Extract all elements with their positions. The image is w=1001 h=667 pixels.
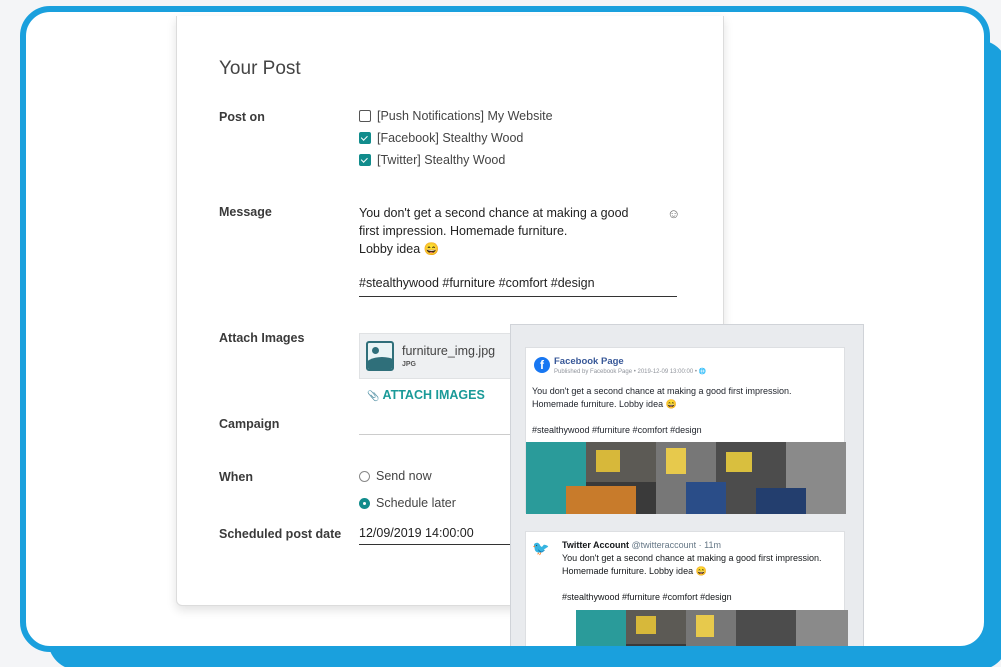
radio-label: Schedule later: [376, 496, 456, 510]
facebook-page-name[interactable]: Facebook Page: [554, 356, 624, 367]
facebook-post-image: [526, 442, 846, 514]
scheduled-date-input[interactable]: 12/09/2019 14:00:00: [359, 526, 519, 545]
facebook-published-meta: Published by Facebook Page • 2019-12-09 …: [554, 369, 707, 375]
post-line: #stealthywood #furniture #comfort #desig…: [562, 592, 732, 602]
account-twitter[interactable]: [Twitter] Stealthy Wood: [359, 153, 505, 167]
image-file-icon: [366, 341, 394, 371]
social-preview-panel: f Facebook Page Published by Facebook Pa…: [510, 324, 864, 646]
screenshot-frame: Your Post Post on [Push Notifications] M…: [20, 6, 990, 652]
post-line: [532, 411, 840, 424]
radio-send-now[interactable]: Send now: [359, 469, 432, 483]
checkbox-unchecked-icon[interactable]: [359, 110, 371, 122]
campaign-input[interactable]: [359, 434, 519, 435]
message-textarea[interactable]: You don't get a second chance at making …: [359, 204, 659, 258]
post-line: #stealthywood #furniture #comfort #desig…: [532, 425, 702, 435]
twitter-post-image: [576, 610, 848, 646]
when-label: When: [219, 470, 254, 484]
attach-images-button[interactable]: 📎 ATTACH IMAGES: [367, 388, 485, 402]
scheduled-date-label: Scheduled post date: [219, 527, 342, 541]
post-line: Homemade furniture. Lobby idea 😄: [532, 399, 677, 409]
post-line: [562, 578, 842, 591]
radio-label: Send now: [376, 469, 432, 483]
radio-selected-icon[interactable]: [359, 497, 370, 509]
account-push-notifications[interactable]: [Push Notifications] My Website: [359, 109, 553, 123]
checkbox-checked-icon[interactable]: [359, 132, 371, 144]
facebook-post-preview: f Facebook Page Published by Facebook Pa…: [525, 347, 846, 514]
account-label: [Twitter] Stealthy Wood: [377, 153, 506, 167]
message-line: You don't get a second chance at making …: [359, 206, 629, 220]
post-line: You don't get a second chance at making …: [532, 386, 792, 396]
post-on-label: Post on: [219, 110, 265, 124]
paperclip-icon: 📎: [367, 391, 380, 402]
twitter-account-name[interactable]: Twitter Account: [562, 540, 629, 550]
account-label: [Push Notifications] My Website: [377, 109, 553, 123]
message-line: Lobby idea 😄: [359, 242, 440, 256]
twitter-bird-icon: 🐦: [532, 540, 550, 556]
attachment-name: furniture_img.jpg: [402, 344, 496, 358]
post-line: You don't get a second chance at making …: [562, 553, 822, 563]
attachment-type: JPG: [402, 361, 417, 368]
campaign-label: Campaign: [219, 417, 280, 431]
page-title: Your Post: [219, 58, 301, 79]
message-line: first impression. Homemade furniture.: [359, 224, 568, 238]
message-label: Message: [219, 205, 272, 219]
facebook-post-text: You don't get a second chance at making …: [532, 385, 840, 437]
twitter-post-preview: 🐦 Twitter Account @twitteraccount · 11m …: [525, 531, 848, 646]
hashtags-input[interactable]: #stealthywood #furniture #comfort #desig…: [359, 276, 677, 297]
twitter-post-text: You don't get a second chance at making …: [562, 552, 842, 604]
attach-images-label: Attach Images: [219, 331, 305, 345]
twitter-handle-time: @twitteraccount · 11m: [631, 540, 722, 550]
facebook-icon: f: [534, 357, 550, 373]
account-facebook[interactable]: [Facebook] Stealthy Wood: [359, 131, 523, 145]
emoji-picker-icon[interactable]: ☺: [667, 206, 680, 221]
attach-images-button-label: ATTACH IMAGES: [382, 388, 485, 402]
checkbox-checked-icon[interactable]: [359, 154, 371, 166]
post-line: Homemade furniture. Lobby idea 😄: [562, 566, 707, 576]
radio-schedule-later[interactable]: Schedule later: [359, 496, 456, 510]
radio-unselected-icon[interactable]: [359, 470, 370, 482]
twitter-account-line: Twitter Account @twitteraccount · 11m: [562, 540, 721, 550]
account-label: [Facebook] Stealthy Wood: [377, 131, 524, 145]
